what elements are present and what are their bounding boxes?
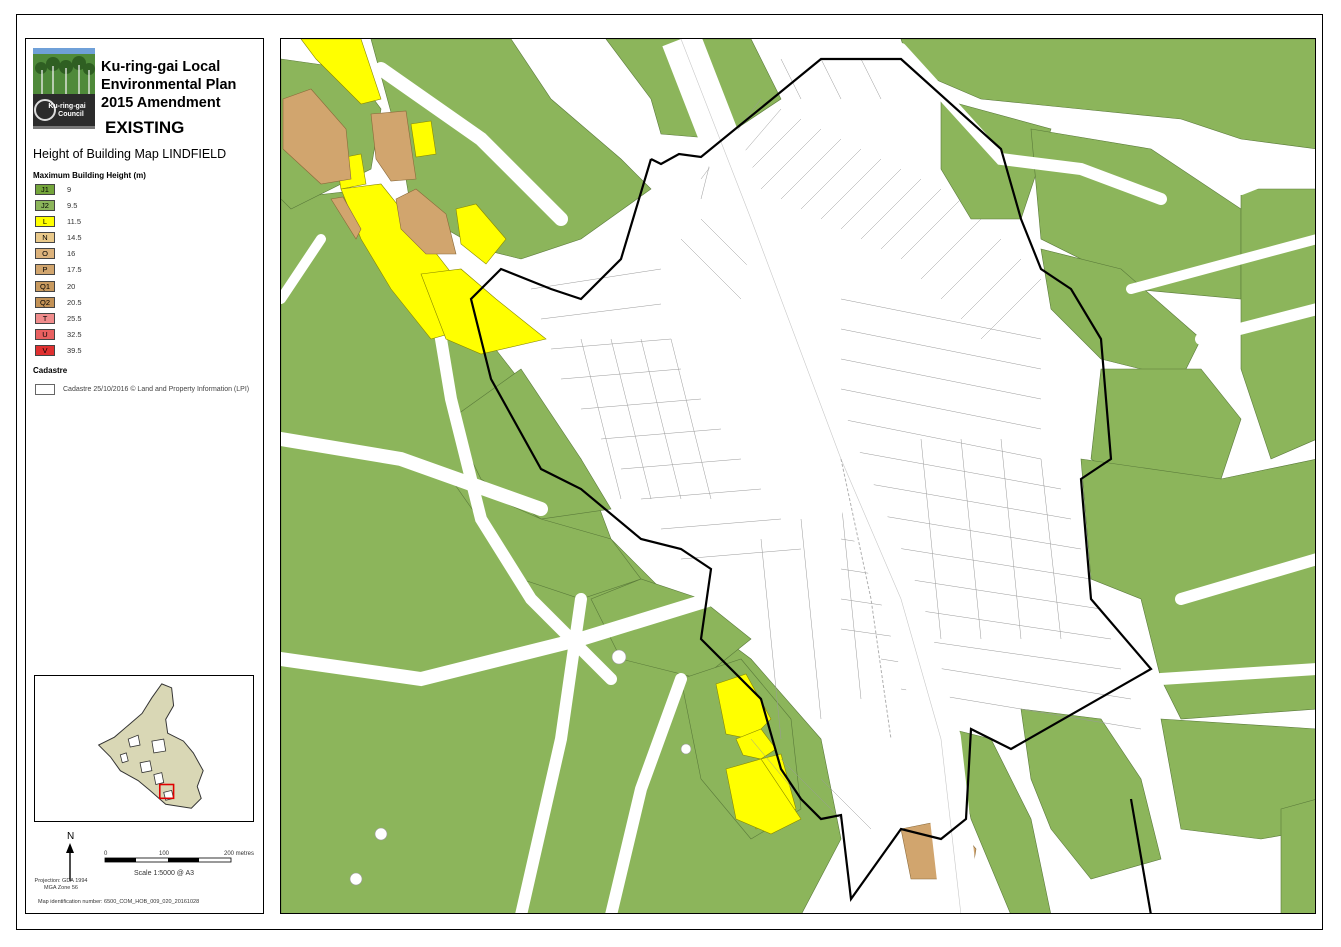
legend-value: 9 xyxy=(67,185,72,194)
cadastre-heading: Cadastre xyxy=(33,366,68,375)
legend-swatch: Q1 xyxy=(35,280,55,292)
logo-text-line2: Council xyxy=(58,111,84,118)
legend-heading: Maximum Building Height (m) xyxy=(33,171,146,180)
scale-tick-100: 100 xyxy=(159,851,170,857)
map-name: Height of Building Map LINDFIELD xyxy=(33,147,227,161)
council-logo: Ku-ring-gai Council xyxy=(33,48,95,129)
legend-value: 25.5 xyxy=(67,313,82,323)
legend-swatch: L xyxy=(35,216,55,228)
legend-value: 32.5 xyxy=(67,329,82,339)
scale-tick-200: 200 metres xyxy=(224,851,254,857)
legend-value: 39.5 xyxy=(67,345,82,355)
scale-text: Scale 1:5000 @ A3 xyxy=(134,870,195,877)
legend-swatch: P xyxy=(35,264,55,276)
north-arrow-icon: N xyxy=(66,831,74,881)
scale-tick-0: 0 xyxy=(104,851,108,857)
legend-value: 16 xyxy=(67,249,76,259)
projection-line-2: MGA Zone 56 xyxy=(44,885,78,891)
roundabout xyxy=(611,649,627,665)
roundabout xyxy=(680,743,692,755)
existing-label: EXISTING xyxy=(105,118,185,137)
legend-swatch: T xyxy=(35,312,55,324)
north-label: N xyxy=(67,831,74,842)
roundabout xyxy=(374,827,388,841)
map-id: Map identification number: 6500_COM_HOB_… xyxy=(38,899,200,905)
zone-j2-parcel xyxy=(1280,799,1315,913)
legend-swatch: J2 xyxy=(35,200,55,212)
legend-swatch: U xyxy=(35,328,55,340)
roundabout xyxy=(349,872,363,886)
legend-swatch: V xyxy=(35,344,55,356)
legend-swatch: Q2 xyxy=(35,296,55,308)
legend-panel: Ku-ring-gai Council Ku-ring-gai Local En… xyxy=(25,38,264,914)
map-title: Ku-ring-gai Local Environmental Plan 201… xyxy=(101,58,261,112)
title-line-2: Environmental Plan xyxy=(101,77,237,93)
legend-swatch: J1 xyxy=(35,184,55,195)
title-line-3: 2015 Amendment xyxy=(101,95,221,111)
projection-line-1: Projection: GDA 1994 xyxy=(34,878,88,884)
cadastre-swatch xyxy=(35,384,55,395)
legend-value: 20 xyxy=(67,281,76,291)
legend-value: 9.5 xyxy=(67,201,78,211)
projection-note: Projection: GDA 1994 MGA Zone 56 xyxy=(26,878,96,892)
legend-value: 20.5 xyxy=(67,297,82,307)
legend-value: 11.5 xyxy=(67,217,82,227)
legend-value: 17.5 xyxy=(67,265,82,275)
inset-locator-map xyxy=(34,675,254,822)
legend-swatch: O xyxy=(35,248,55,260)
legend-swatch: N xyxy=(35,232,55,244)
map-canvas xyxy=(281,39,1315,913)
title-line-1: Ku-ring-gai Local xyxy=(101,59,221,75)
cadastre-text: Cadastre 25/10/2016 © Land and Property … xyxy=(63,386,250,393)
logo-text-line1: Ku-ring-gai xyxy=(48,103,85,110)
map-panel xyxy=(280,38,1316,914)
legend-value: 14.5 xyxy=(67,233,82,243)
